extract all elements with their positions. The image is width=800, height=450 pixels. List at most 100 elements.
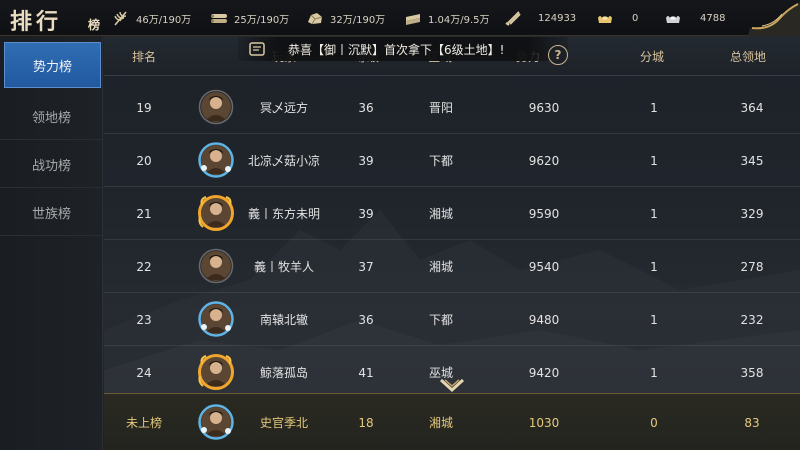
territory-cell: 232 — [740, 312, 764, 327]
avatar[interactable] — [198, 89, 234, 125]
cities-cell: 1 — [650, 153, 658, 168]
power-cell: 9620 — [528, 153, 560, 168]
power-cell: 9480 — [528, 312, 560, 327]
my-name: 史官季北 — [259, 416, 308, 430]
header-territory: 总领地 — [730, 50, 767, 64]
announcement-banner: 恭喜【御丨沉默】首次拿下【6级土地】! — [238, 37, 568, 61]
region-cell: 下都 — [428, 154, 453, 168]
my-cities: 0 — [650, 415, 658, 430]
territory-cell: 358 — [740, 365, 764, 380]
copper-icon — [504, 10, 522, 26]
cities-cell: 1 — [650, 259, 658, 274]
territory-cell: 329 — [740, 206, 764, 221]
sidebar-item-label: 领地榜 — [31, 111, 71, 126]
player-name: 北凉乄菇小凉 — [247, 154, 320, 168]
region-cell: 湘城 — [428, 207, 453, 221]
wood-icon — [210, 10, 228, 26]
level-cell: 37 — [358, 259, 374, 274]
region-cell: 湘城 — [428, 260, 453, 274]
resource-value: 0 — [632, 12, 639, 24]
resource-value: 124933 — [538, 12, 577, 24]
stone-icon — [306, 10, 324, 26]
player-name: 南辕北辙 — [259, 313, 308, 327]
table-row[interactable]: 22 義丨牧羊人 37 湘城 9540 1 278 — [104, 240, 800, 293]
avatar[interactable] — [198, 248, 234, 284]
sidebar-item-label: 世族榜 — [31, 207, 71, 222]
resource-value: 1.04万/9.5万 — [428, 14, 490, 26]
return-icon — [748, 2, 800, 36]
wheat-icon — [112, 10, 130, 26]
help-button[interactable]: ? — [548, 45, 568, 65]
avatar[interactable] — [198, 142, 234, 178]
resource-gold: 0 — [596, 9, 638, 27]
rank-cell: 20 — [136, 153, 152, 168]
table-row[interactable]: 20 北凉乄菇小凉 39 下都 9620 1 345 — [104, 134, 800, 187]
region-cell: 晋阳 — [428, 101, 453, 115]
notice-icon — [248, 40, 266, 58]
announcement-text: 恭喜【御丨沉默】首次拿下【6级土地】! — [288, 42, 505, 57]
my-level: 18 — [358, 415, 374, 430]
my-region: 湘城 — [428, 416, 453, 430]
sidebar-item-territory-rank[interactable]: 领地榜 — [0, 94, 103, 140]
cities-cell: 1 — [650, 100, 658, 115]
power-cell: 9420 — [528, 365, 560, 380]
sidebar-item-power-rank[interactable]: 势力榜 — [4, 42, 101, 88]
resource-copper: 124933 — [504, 9, 576, 27]
resource-value: 4788 — [700, 12, 726, 24]
resource-wheat: 46万/190万 — [112, 9, 191, 27]
territory-cell: 364 — [740, 100, 764, 115]
my-power: 1030 — [528, 415, 560, 430]
level-cell: 36 — [358, 100, 374, 115]
resource-value: 25万/190万 — [234, 14, 290, 26]
avatar[interactable] — [198, 354, 234, 390]
page-title: 排行 榜 — [10, 2, 102, 36]
player-name: 義丨东方未明 — [247, 207, 320, 221]
cities-cell: 1 — [650, 365, 658, 380]
cities-cell: 1 — [650, 312, 658, 327]
power-cell: 9540 — [528, 259, 560, 274]
rank-cell: 24 — [136, 365, 152, 380]
sidebar: 势力榜 领地榜 战功榜 世族榜 — [0, 36, 103, 450]
avatar[interactable] — [198, 195, 234, 231]
rank-cell: 21 — [136, 206, 152, 221]
rank-cell: 22 — [136, 259, 152, 274]
cities-cell: 1 — [650, 206, 658, 221]
resource-bar: 排行 榜 46万/190万 25万/190万 32万/190万 1.04万/9.… — [0, 0, 800, 36]
resource-stone: 32万/190万 — [306, 9, 385, 27]
table-row[interactable]: 19 冥乄远方 36 晋阳 9630 1 364 — [104, 81, 800, 134]
level-cell: 39 — [358, 153, 374, 168]
resource-value: 46万/190万 — [136, 14, 192, 26]
rank-cell: 23 — [136, 312, 152, 327]
title-sub: 榜 — [88, 18, 101, 32]
sidebar-item-label: 战功榜 — [31, 159, 71, 174]
title-main: 排行 — [10, 9, 63, 35]
close-button[interactable] — [748, 0, 800, 36]
region-cell: 下都 — [428, 313, 453, 327]
territory-cell: 345 — [740, 153, 764, 168]
silver-ingot-icon — [664, 10, 682, 26]
header-rank: 排名 — [132, 50, 157, 64]
territory-cell: 278 — [740, 259, 764, 274]
resource-value: 32万/190万 — [330, 14, 386, 26]
table-row[interactable]: 21 義丨东方未明 39 湘城 9590 1 329 — [104, 187, 800, 240]
player-name: 義丨牧羊人 — [253, 260, 314, 274]
iron-icon — [404, 10, 422, 26]
my-territory: 83 — [744, 415, 760, 430]
my-rank-row[interactable]: 未上榜 史官季北 18 湘城 1030 0 83 — [104, 393, 800, 450]
avatar[interactable] — [198, 404, 234, 440]
resource-silver: 4788 — [664, 9, 725, 27]
header-cities: 分城 — [640, 50, 665, 64]
power-cell: 9630 — [528, 100, 560, 115]
sidebar-item-label: 势力榜 — [32, 59, 72, 75]
my-rank: 未上榜 — [125, 416, 162, 430]
table-row[interactable]: 23 南辕北辙 36 下都 9480 1 232 — [104, 293, 800, 346]
power-cell: 9590 — [528, 206, 560, 221]
question-icon: ? — [554, 48, 562, 62]
level-cell: 39 — [358, 206, 374, 221]
avatar[interactable] — [198, 301, 234, 337]
sidebar-item-merit-rank[interactable]: 战功榜 — [0, 142, 103, 188]
player-name: 冥乄远方 — [259, 101, 308, 115]
resource-wood: 25万/190万 — [210, 9, 289, 27]
sidebar-item-clan-rank[interactable]: 世族榜 — [0, 190, 103, 236]
level-cell: 41 — [358, 365, 374, 380]
